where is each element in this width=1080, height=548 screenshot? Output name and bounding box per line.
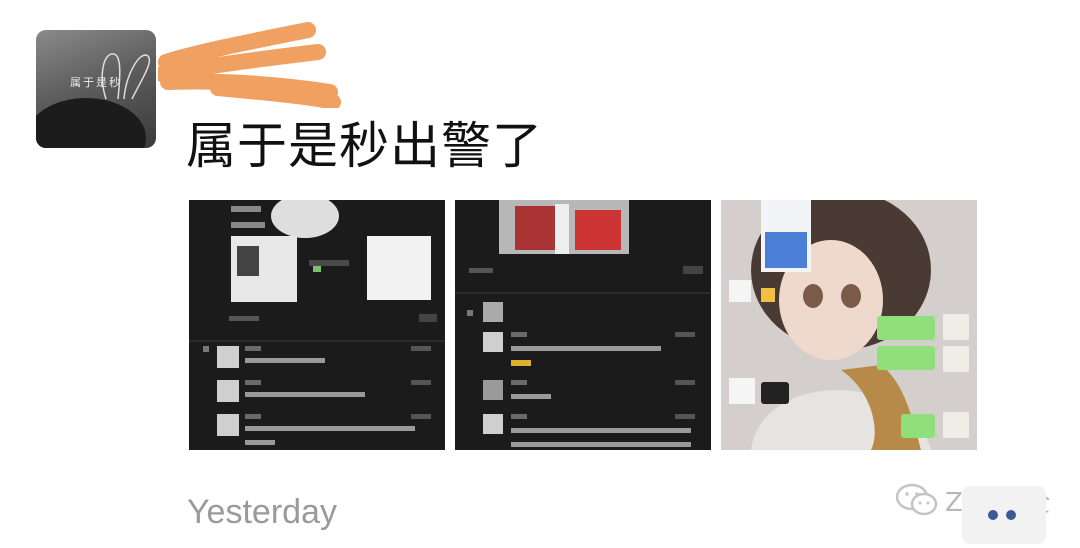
more-icon xyxy=(988,510,998,520)
wechat-icon xyxy=(895,483,938,516)
chat-screenshot-graphic xyxy=(189,200,445,450)
post-image-2[interactable] xyxy=(455,200,711,450)
redacted-name-scribble xyxy=(158,22,341,108)
avatar[interactable]: 属于是秒 xyxy=(36,30,156,148)
avatar-silhouette xyxy=(36,98,146,148)
post-timestamp: Yesterday xyxy=(187,493,337,531)
post-image-3[interactable] xyxy=(721,200,977,450)
avatar-caption: 属于是秒 xyxy=(70,76,122,89)
post-text: 属于是秒出警了 xyxy=(186,117,543,175)
anime-chat-graphic xyxy=(721,200,977,450)
chat-screenshot-graphic xyxy=(455,200,711,450)
more-button[interactable] xyxy=(962,486,1046,544)
more-icon-dot xyxy=(1006,510,1016,520)
post-image-1[interactable] xyxy=(189,200,445,450)
